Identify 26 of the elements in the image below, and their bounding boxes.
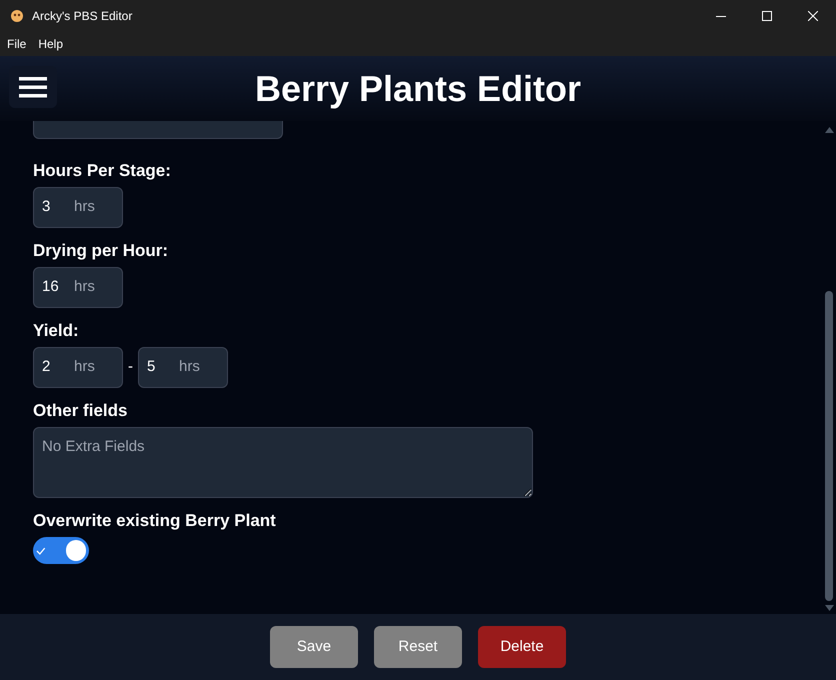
text-area[interactable]: No Extra Fields — [33, 427, 533, 498]
menu-item[interactable]: Help — [38, 35, 64, 53]
field-label: Drying per Hour: — [33, 241, 170, 261]
number-field[interactable]: 3 hrs — [33, 187, 123, 228]
field-value: 3 — [42, 197, 52, 218]
range-separator: - — [128, 357, 133, 378]
unit-label: hrs — [74, 197, 95, 218]
action-button[interactable]: Reset — [374, 626, 462, 668]
action-button[interactable]: Delete — [478, 626, 566, 668]
action-button[interactable]: Save — [270, 626, 358, 668]
field-value: 5 — [147, 357, 156, 378]
unit-label: hrs — [74, 277, 95, 298]
page-title: Berry Plants Editor — [254, 66, 582, 110]
field-value: 2 — [42, 357, 52, 378]
field-label: Other fields — [33, 401, 128, 421]
field-value: 16 — [42, 277, 60, 298]
window-title: Arcky's PBS Editor — [32, 8, 132, 25]
number-field[interactable]: 5 hrs — [138, 347, 228, 388]
menu-item[interactable]: File — [7, 35, 26, 53]
field-label: Hours Per Stage: — [33, 161, 172, 181]
unit-label: hrs — [179, 357, 200, 378]
number-field[interactable]: 16 hrs — [33, 267, 123, 308]
field-label: Yield: — [33, 321, 80, 341]
unit-label: hrs — [74, 357, 95, 378]
field-label: Overwrite existing Berry Plant — [33, 511, 277, 531]
number-field[interactable]: 2 hrs — [33, 347, 123, 388]
